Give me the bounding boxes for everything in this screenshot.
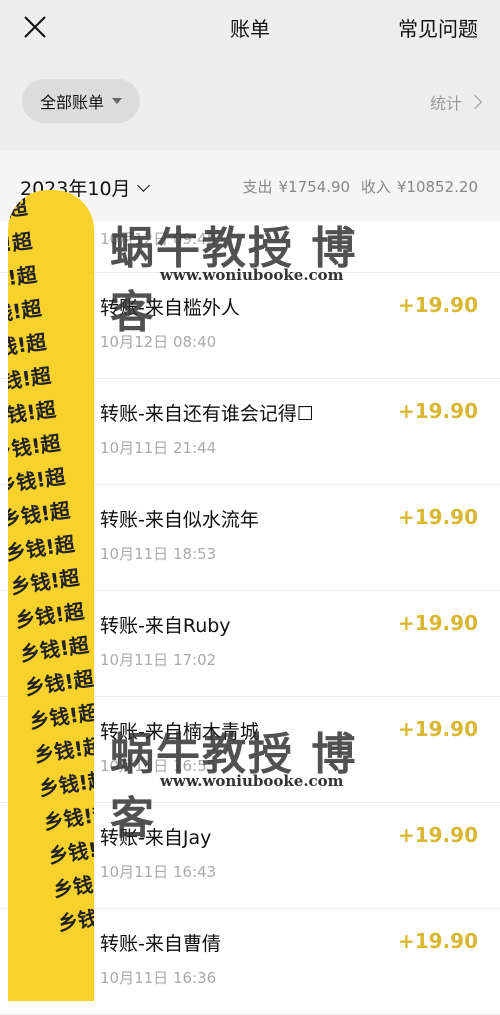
month-totals: 支出 ¥1754.90 收入 ¥10852.20 xyxy=(236,176,478,197)
transaction-time: 10月11日 16:36 xyxy=(100,969,217,987)
income-label: 收入 xyxy=(360,178,391,196)
transaction-time: 10月11日 18:53 xyxy=(100,545,217,563)
watermark: 蜗牛教授 博客 www.woniubooke.com xyxy=(110,718,400,844)
income-value: ¥10852.20 xyxy=(396,178,478,196)
watermark: 蜗牛教授 博客 www.woniubooke.com xyxy=(110,212,400,338)
sticker-text: 乡钱!超乡钱!超乡钱!超乡钱!超乡钱!超乡钱!超乡钱!超乡钱!超乡钱!超乡钱!超… xyxy=(8,194,94,936)
stats-link[interactable]: 统计 xyxy=(429,90,483,114)
chevron-down-icon xyxy=(136,179,150,192)
stats-label: 统计 xyxy=(429,94,462,113)
transaction-amount: +19.90 xyxy=(397,611,478,635)
faq-link[interactable]: 常见问题 xyxy=(398,13,478,42)
transaction-amount: +19.90 xyxy=(397,929,478,953)
filter-label: 全部账单 xyxy=(39,93,104,112)
transaction-name: 转账-来自曹倩 xyxy=(100,933,221,955)
caret-down-icon xyxy=(112,98,122,104)
header-bar: 账单 常见问题 全部账单 统计 xyxy=(0,0,500,150)
money-sticker-overlay: 乡钱!超乡钱!超乡钱!超乡钱!超乡钱!超乡钱!超乡钱!超乡钱!超乡钱!超乡钱!超… xyxy=(8,190,94,1001)
transaction-amount: +19.90 xyxy=(397,505,478,529)
transaction-amount: +19.90 xyxy=(397,717,478,741)
expense-label: 支出 xyxy=(242,178,273,196)
chevron-right-icon xyxy=(467,94,483,110)
watermark-url: www.woniubooke.com xyxy=(160,772,344,790)
bill-filter-dropdown[interactable]: 全部账单 xyxy=(22,79,140,123)
transaction-name: 转账-来自还有谁会记得☐ xyxy=(100,403,314,425)
transaction-amount: +19.90 xyxy=(397,399,478,423)
transaction-time: 10月11日 21:44 xyxy=(100,439,217,457)
transaction-time: 10月11日 16:43 xyxy=(100,863,217,881)
transaction-name: 转账-来自似水流年 xyxy=(100,509,259,531)
expense-value: ¥1754.90 xyxy=(278,178,351,196)
transaction-amount: +19.90 xyxy=(397,293,478,317)
transaction-amount: +19.90 xyxy=(397,823,478,847)
transaction-time: 10月11日 17:02 xyxy=(100,651,217,669)
watermark-url: www.woniubooke.com xyxy=(160,266,344,284)
transaction-name: 转账-来自Ruby xyxy=(100,615,231,637)
